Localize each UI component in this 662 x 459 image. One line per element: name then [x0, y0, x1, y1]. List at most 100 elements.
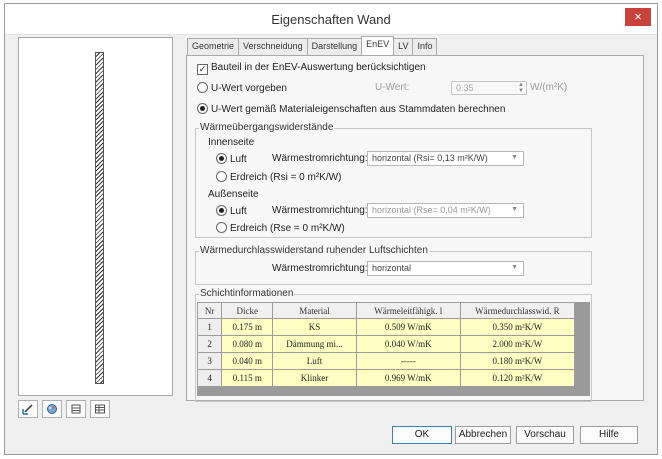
tab-enev[interactable]: EnEV [361, 36, 395, 55]
air-direction-label: Wärmestromrichtung: [272, 263, 368, 274]
inside-radio-erdreich[interactable]: Erdreich (Rsi = 0 m²K/W) [216, 171, 341, 183]
table-row[interactable]: 4 0.115 m Klinker 0.969 W/mK 0.120 m²K/W [196, 369, 576, 387]
radio-material[interactable]: U-Wert gemäß Materialeigenschaften aus S… [197, 103, 505, 115]
outside-radio-erdreich[interactable]: Erdreich (Rse = 0 m²K/W) [216, 222, 345, 234]
conductivity-cell[interactable]: 0.509 W/mK [355, 318, 461, 336]
table-icon[interactable] [90, 400, 110, 418]
spinner-arrows-icon[interactable]: ▲ ▼ [518, 82, 524, 94]
outside-direction-value: horizontal (Rse= 0,04 m²K/W) [372, 205, 491, 215]
enev-tab-panel: ✓ Bauteil in der EnEV-Auswertung berücksi… [186, 55, 644, 402]
resistance-cell[interactable]: 0.120 m²K/W [459, 369, 576, 387]
material-cell[interactable]: KS [272, 318, 357, 336]
outside-direction-label: Wärmestromrichtung: [272, 205, 368, 216]
outside-label: Außenseite [208, 189, 259, 200]
material-cell[interactable]: Dämmung mi... [272, 335, 357, 353]
thickness-cell[interactable]: 0.040 m [221, 352, 274, 370]
checkbox-checked-icon[interactable]: ✓ [197, 64, 208, 75]
column-header-material[interactable]: Material [272, 302, 357, 319]
chevron-down-icon[interactable]: ▼ [511, 154, 518, 161]
outside-erdreich-label: Erdreich (Rse = 0 m²K/W) [230, 223, 345, 234]
window-title: Eigenschaften Wand [271, 12, 391, 27]
inside-direction-label: Wärmestromrichtung: [272, 153, 368, 164]
table-row[interactable]: 1 0.175 m KS 0.509 W/mK 0.350 m²K/W [196, 318, 576, 336]
u-value-unit: W/(m²K) [530, 82, 568, 93]
heat-transfer-group: Wärmeübergangswiderstände Innenseite Luf… [195, 122, 592, 238]
inside-label: Innenseite [208, 137, 255, 148]
layers-table: Nr Dicke Material Wärmeleitfähigk. l Wär… [196, 302, 576, 387]
radio-u-value-label: U-Wert vorgeben [211, 83, 287, 94]
title-bar[interactable]: Eigenschaften Wand × [5, 4, 657, 35]
u-value-value: 0.35 [456, 83, 474, 93]
help-button[interactable]: Hilfe [580, 426, 638, 444]
ok-button[interactable]: OK [392, 426, 452, 444]
inside-direction-select[interactable]: horizontal (Rsi= 0,13 m²K/W) ▼ [367, 151, 524, 166]
air-layers-group-label: Wärmedurchlasswiderstand ruhender Luftsc… [199, 245, 429, 256]
table-header-row: Nr Dicke Material Wärmeleitfähigk. l Wär… [196, 302, 576, 319]
preview-button[interactable]: Vorschau [516, 426, 574, 444]
table-empty-area [197, 386, 575, 396]
outside-luft-label: Luft [230, 206, 247, 217]
material-palette-icon[interactable] [42, 400, 62, 418]
radio-selected-icon[interactable] [197, 103, 208, 114]
table-right-area [575, 302, 590, 396]
radio-material-label: U-Wert gemäß Materialeigenschaften aus S… [211, 104, 506, 115]
air-direction-value: horizontal [372, 263, 412, 273]
thickness-cell[interactable]: 0.115 m [221, 369, 274, 387]
conductivity-cell[interactable]: 0.969 W/mK [355, 369, 461, 387]
tab-geometrie[interactable]: Geometrie [187, 38, 240, 55]
air-layers-group: Wärmedurchlasswiderstand ruhender Luftsc… [195, 245, 592, 285]
cancel-button[interactable]: Abbrechen [455, 426, 511, 444]
row-number: 3 [196, 352, 223, 370]
radio-selected-icon[interactable] [216, 153, 227, 164]
column-header-conductivity[interactable]: Wärmeleitfähigk. l [355, 302, 461, 319]
wall-preview-panel [18, 37, 173, 396]
table-row[interactable]: 2 0.080 m Dämmung mi... 0.040 W/mK 2.000… [196, 335, 576, 353]
material-cell[interactable]: Klinker [272, 369, 357, 387]
radio-icon[interactable] [197, 82, 208, 93]
pen-ruler-icon[interactable] [18, 400, 38, 418]
column-header-nr[interactable]: Nr [196, 302, 223, 319]
row-number: 4 [196, 369, 223, 387]
resistance-cell[interactable]: 0.350 m²K/W [459, 318, 576, 336]
column-header-dicke[interactable]: Dicke [221, 302, 274, 319]
radio-icon[interactable] [216, 222, 227, 233]
layers-icon[interactable] [66, 400, 86, 418]
wall-section-preview [95, 52, 104, 384]
thickness-cell[interactable]: 0.080 m [221, 335, 274, 353]
outside-radio-luft[interactable]: Luft [216, 205, 247, 217]
resistance-cell[interactable]: 2.000 m²K/W [459, 335, 576, 353]
outside-direction-select[interactable]: horizontal (Rse= 0,04 m²K/W) ▼ [367, 203, 524, 218]
layers-group-label: Schichtinformationen [199, 288, 295, 299]
u-value-spinner[interactable]: 0.35 ▲ ▼ [451, 81, 527, 95]
inside-erdreich-label: Erdreich (Rsi = 0 m²K/W) [230, 172, 342, 183]
radio-u-value[interactable]: U-Wert vorgeben [197, 82, 287, 94]
inside-luft-label: Luft [230, 154, 247, 165]
inside-direction-value: horizontal (Rsi= 0,13 m²K/W) [372, 153, 488, 163]
air-direction-select[interactable]: horizontal ▼ [367, 261, 524, 276]
row-number: 2 [196, 335, 223, 353]
table-row[interactable]: 3 0.040 m Luft ----- 0.180 m²K/W [196, 352, 576, 370]
material-cell[interactable]: Luft [272, 352, 357, 370]
conductivity-cell[interactable]: 0.040 W/mK [355, 335, 461, 353]
column-header-resistance[interactable]: Wärmedurchlasswid. R [459, 302, 576, 319]
include-enev-label: Bauteil in der EnEV-Auswertung berücksic… [211, 62, 426, 73]
chevron-down-icon[interactable]: ▼ [511, 206, 518, 213]
tab-info[interactable]: Info [412, 38, 438, 55]
close-button[interactable]: × [625, 8, 651, 26]
tab-strip: Geometrie Verschneidung Darstellung EnEV… [187, 36, 438, 55]
tab-verschneidung[interactable]: Verschneidung [238, 38, 308, 55]
include-enev-checkbox[interactable]: ✓ Bauteil in der EnEV-Auswertung berücksi… [197, 62, 426, 75]
resistance-cell[interactable]: 0.180 m²K/W [459, 352, 576, 370]
u-value-label: U-Wert: [375, 82, 410, 93]
row-number: 1 [196, 318, 223, 336]
thickness-cell[interactable]: 0.175 m [221, 318, 274, 336]
tab-darstellung[interactable]: Darstellung [306, 38, 363, 55]
radio-icon[interactable] [216, 171, 227, 182]
chevron-down-icon[interactable]: ▼ [511, 264, 518, 271]
conductivity-cell[interactable]: ----- [355, 352, 461, 370]
tab-lv[interactable]: LV [393, 38, 414, 55]
heat-transfer-group-label: Wärmeübergangswiderstände [199, 122, 335, 133]
preview-toolbar [18, 400, 110, 418]
inside-radio-luft[interactable]: Luft [216, 153, 247, 165]
radio-selected-icon[interactable] [216, 205, 227, 216]
